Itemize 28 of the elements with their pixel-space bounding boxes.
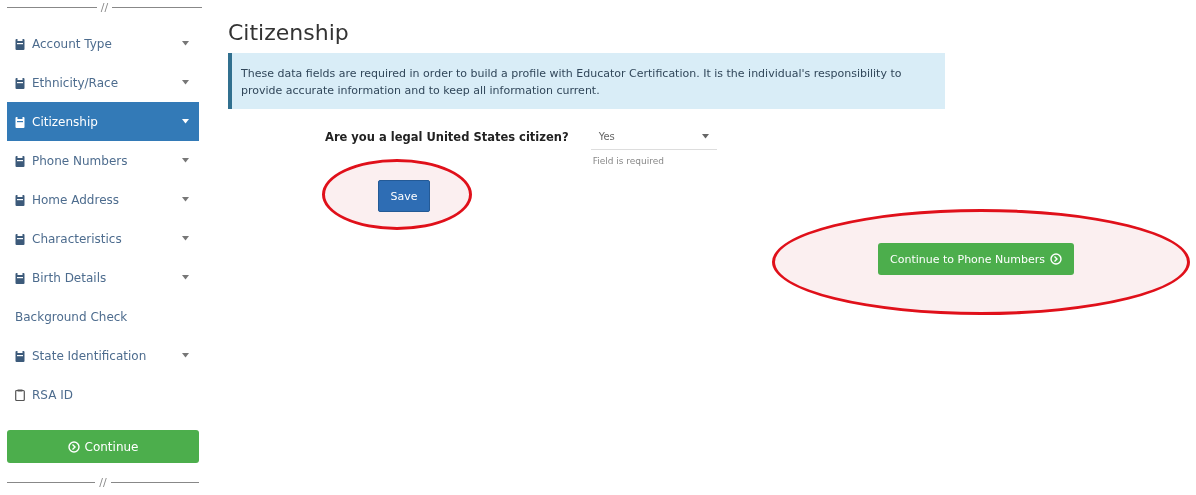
clipboard-icon	[15, 193, 25, 206]
info-alert: These data fields are required in order to build a profile with Educator Certification. It is the individual's responsibility to provide accurate information and to keep all information current.	[228, 53, 945, 109]
sidebar-item[interactable]: Ethnicity/Race	[7, 63, 199, 102]
sidebar-item[interactable]: RSA ID	[7, 375, 199, 414]
save-button[interactable]: Save	[378, 180, 430, 212]
page-title: Citizenship	[228, 20, 350, 45]
clipboard-icon	[15, 232, 25, 245]
divider-text: //	[100, 0, 109, 14]
clipboard-icon	[15, 37, 25, 50]
sidebar-item[interactable]: Background Check	[7, 297, 199, 336]
sidebar-item[interactable]: Citizenship	[7, 102, 199, 141]
citizen-select[interactable]: Yes	[590, 123, 717, 150]
question-label: Are you a legal United States citizen?	[325, 130, 569, 146]
clipboard-icon	[15, 115, 25, 128]
divider-text: //	[99, 475, 107, 489]
clipboard-icon	[15, 388, 25, 401]
sidebar-item[interactable]: Phone Numbers	[7, 141, 199, 180]
sidebar-item[interactable]: State Identification	[7, 336, 199, 375]
field-hint: Field is required	[592, 156, 666, 166]
sidebar-item[interactable]: Home Address	[7, 180, 199, 219]
clipboard-icon	[15, 349, 25, 362]
clipboard-icon	[15, 154, 25, 167]
sidebar-item[interactable]: Characteristics	[7, 219, 199, 258]
caret-icon	[701, 133, 709, 139]
clipboard-icon	[15, 271, 25, 284]
sidebar-item[interactable]: Account Type	[7, 24, 199, 63]
sidebar-item[interactable]: Birth Details	[7, 258, 199, 297]
clipboard-icon	[15, 76, 25, 89]
